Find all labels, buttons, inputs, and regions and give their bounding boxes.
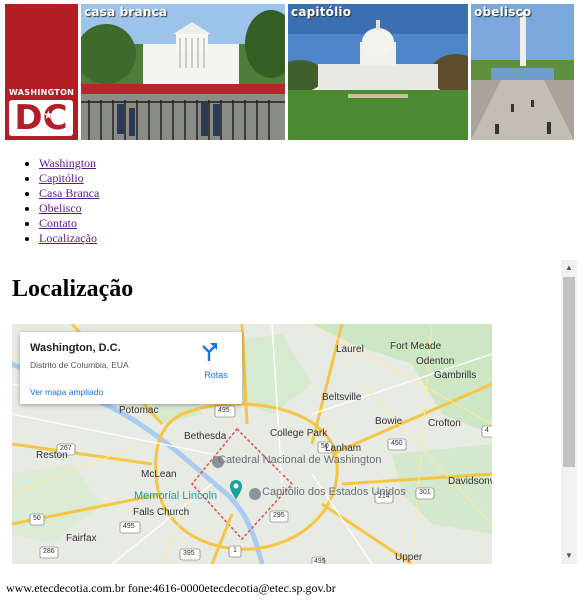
- capitol-photo: capitólio: [288, 4, 468, 140]
- route-50-west: 50: [33, 515, 41, 522]
- page-title: Localização: [12, 276, 134, 302]
- map-label-crofton: Crofton: [428, 418, 461, 429]
- scrollbar-thumb[interactable]: [563, 277, 575, 467]
- obelisk-photo: obelisco: [471, 4, 574, 140]
- view-larger-map-link[interactable]: Ver mapa ampliado: [30, 387, 103, 397]
- nav-item-obelisco: Obelisco: [39, 201, 99, 216]
- scroll-down-arrow-icon[interactable]: ▼: [561, 548, 577, 564]
- caption-capitolio: capitólio: [291, 5, 352, 19]
- embedded-map[interactable]: Laurel Fort Meade Odenton Gambrills Poto…: [12, 324, 492, 564]
- map-place-title: Washington, D.C.: [30, 342, 121, 354]
- nav-item-casa-branca: Casa Branca: [39, 186, 99, 201]
- route-214: 214: [378, 493, 390, 500]
- caption-casa-branca: casa branca: [84, 5, 168, 19]
- route-495-south: 495: [314, 558, 326, 564]
- nav-item-capitolio: Capitólio: [39, 171, 99, 186]
- content-frame[interactable]: Localização Laurel Fort Meade Odenton Ga…: [0, 260, 577, 564]
- route-495-west: 495: [123, 523, 135, 530]
- map-label-bethesda: Bethesda: [184, 431, 227, 442]
- route-450: 450: [391, 440, 403, 447]
- nav-link-casa-branca[interactable]: Casa Branca: [39, 186, 99, 200]
- header-banner: WASHINGTON DC ★ casa branca capitólio ob…: [5, 4, 577, 140]
- map-label-beltsville: Beltsville: [322, 392, 362, 403]
- route-286: 286: [43, 548, 55, 555]
- map-place-subtitle: Distrito de Columbia, EUA: [30, 360, 129, 370]
- map-label-davidsonville: Davidsonville: [448, 476, 492, 487]
- logo-top-text: WASHINGTON: [9, 88, 75, 97]
- map-label-lanham: Lanham: [325, 443, 362, 454]
- scroll-up-arrow-icon[interactable]: ▲: [561, 260, 577, 276]
- nav-link-capitolio[interactable]: Capitólio: [39, 171, 84, 185]
- nav-link-obelisco[interactable]: Obelisco: [39, 201, 82, 215]
- map-label-gambrills: Gambrills: [434, 370, 477, 381]
- map-info-card: Washington, D.C. Distrito de Columbia, E…: [20, 332, 242, 404]
- route-301: 301: [419, 489, 431, 496]
- route-1: 1: [233, 547, 237, 554]
- map-label-college-park: College Park: [270, 428, 328, 439]
- map-label-fairfax: Fairfax: [66, 533, 97, 544]
- route-50-east: 50: [321, 443, 329, 450]
- route-295: 295: [273, 512, 285, 519]
- directions-label[interactable]: Rotas: [200, 370, 232, 380]
- map-label-capitolio[interactable]: Capitólio dos Estados Unidos: [262, 486, 406, 498]
- nav-link-washington[interactable]: Washington: [39, 156, 96, 170]
- map-label-fort-meade: Fort Meade: [390, 341, 442, 352]
- map-label-falls-church: Falls Church: [133, 507, 190, 518]
- map-label-potomac: Potomac: [119, 405, 159, 416]
- nav-item-washington: Washington: [39, 156, 99, 171]
- star-icon: ★: [43, 108, 54, 122]
- route-395: 395: [183, 550, 195, 557]
- map-label-memorial-lincoln[interactable]: Memorial Lincoln: [134, 490, 217, 502]
- vertical-scrollbar[interactable]: ▲ ▼: [561, 260, 577, 564]
- nav-link-localizacao[interactable]: Localização: [39, 231, 97, 245]
- caption-obelisco: obelisco: [474, 5, 532, 19]
- map-label-laurel: Laurel: [336, 344, 364, 355]
- washington-dc-logo: WASHINGTON DC ★: [5, 4, 78, 140]
- map-label-catedral[interactable]: Catedral Nacional de Washington: [218, 454, 381, 466]
- white-house-photo: casa branca: [81, 4, 285, 140]
- logo-main-text: DC: [14, 98, 68, 138]
- nav-item-contato: Contato: [39, 216, 99, 231]
- map-label-bowie: Bowie: [375, 416, 403, 427]
- footer-contact: www.etecdecotia.com.br fone:4616-0000ete…: [6, 581, 336, 595]
- route-495-north: 495: [218, 407, 230, 414]
- map-label-mclean: McLean: [141, 469, 177, 480]
- map-label-upper: Upper: [395, 552, 423, 563]
- route-4-east: 4: [485, 427, 489, 434]
- logo-dc-box: DC: [9, 98, 73, 138]
- nav-link-contato[interactable]: Contato: [39, 216, 77, 230]
- main-nav: Washington Capitólio Casa Branca Obelisc…: [0, 156, 99, 246]
- map-label-odenton: Odenton: [416, 356, 455, 367]
- route-267: 267: [60, 445, 72, 452]
- nav-item-localizacao: Localização: [39, 231, 99, 246]
